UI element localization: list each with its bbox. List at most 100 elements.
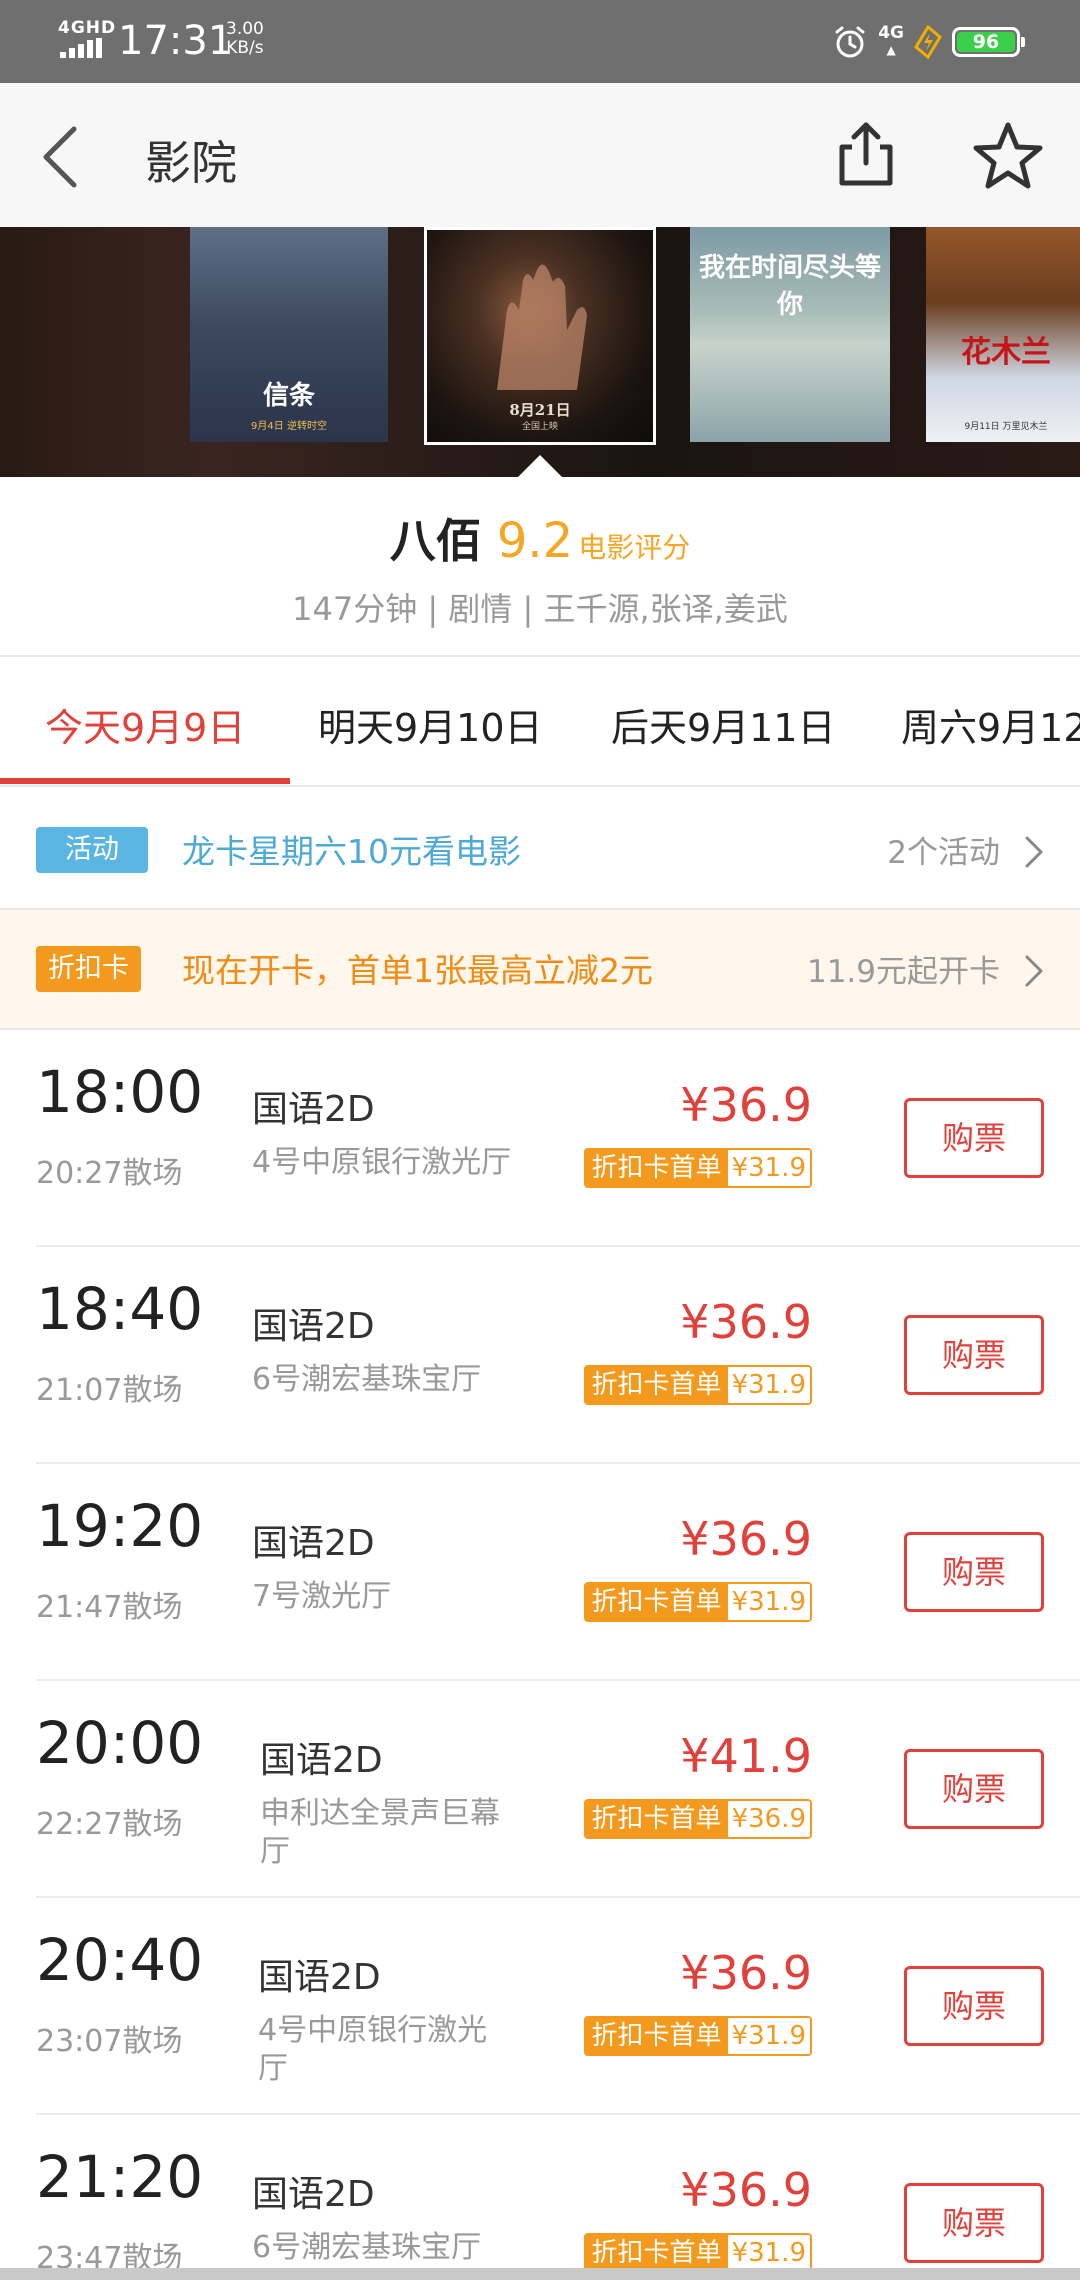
discount-card-price: 11.9元起开卡 (806, 954, 1000, 990)
network-speed: 3.00 KB/s (226, 20, 264, 58)
buy-ticket-button[interactable]: 购票 (904, 1098, 1044, 1178)
mobile-data-label: 4G (878, 23, 904, 43)
poster-title: 花木兰 (961, 335, 1051, 370)
date-tabs: 今天9月9日 明天9月10日 后天9月11日 周六9月12日 (0, 657, 1080, 785)
battery-icon: 96 (952, 27, 1025, 57)
end-time: 22:27散场 (36, 1807, 183, 1842)
hall-name: 6号潮宏基珠宝厅 (252, 2230, 482, 2265)
discount-badge: 折扣卡首单 ¥31.9 (583, 2233, 812, 2273)
poster-wait-for-you[interactable]: 我在时间尽头等你 (690, 227, 890, 442)
buy-ticket-button[interactable]: 购票 (904, 1532, 1044, 1612)
discount-badge: 折扣卡首单 ¥31.9 (583, 1148, 812, 1188)
discount-price: ¥31.9 (727, 1584, 810, 1620)
tab-saturday[interactable]: 周六9月12日 (901, 697, 1080, 752)
end-time: 23:07散场 (36, 2024, 183, 2059)
language-format: 国语2D (252, 1089, 375, 1130)
ticket-price: ¥36.9 (680, 1946, 812, 2000)
battery-level: 96 (957, 32, 1015, 52)
poster-tenet[interactable]: 信条 9月4日 逆转时空 (190, 227, 388, 442)
scroll-indicator (0, 2268, 1080, 2280)
share-button[interactable] (830, 119, 902, 191)
buy-ticket-button[interactable]: 购票 (904, 1749, 1044, 1829)
discount-badge: 折扣卡首单 ¥31.9 (583, 1365, 812, 1405)
movie-meta: 147分钟 | 剧情 | 王千源,张译,姜武 (292, 590, 788, 628)
showtime-row: 19:20 21:47散场 国语2D 7号激光厅 ¥36.9 折扣卡首单 ¥31… (0, 1464, 1080, 1681)
poster-subtitle: 9月4日 逆转时空 (251, 421, 327, 432)
start-time: 18:00 (36, 1058, 204, 1126)
language-format: 国语2D (260, 1740, 383, 1781)
speed-unit: KB/s (226, 38, 264, 58)
divider (0, 785, 1080, 787)
discount-label: 折扣卡首单 (585, 2235, 728, 2271)
share-icon (839, 122, 893, 186)
active-tab-indicator (0, 778, 290, 784)
clock: 17:31 (118, 18, 234, 64)
poster-selected-800[interactable]: 8月21日 全国上映 (424, 227, 656, 445)
tab-day-after[interactable]: 后天9月11日 (611, 697, 836, 752)
chevron-right-icon (1025, 955, 1043, 987)
discount-price: ¥36.9 (727, 1801, 810, 1837)
tab-tomorrow[interactable]: 明天9月10日 (318, 697, 543, 752)
activity-tag: 活动 (36, 827, 148, 873)
alarm-icon (835, 26, 865, 58)
movie-info: 八佰 9.2 电影评分 147分钟 | 剧情 | 王千源,张译,姜武 (0, 477, 1080, 657)
discount-label: 折扣卡首单 (585, 1367, 728, 1403)
poster-release-date: 8月21日 (509, 401, 571, 419)
buy-ticket-button[interactable]: 购票 (904, 1315, 1044, 1395)
movie-title-row: 八佰 9.2 电影评分 (0, 505, 1080, 571)
end-time: 20:27散场 (36, 1156, 183, 1191)
poster-mulan[interactable]: 花木兰 9月11日 万里见木兰 (926, 227, 1080, 442)
discount-badge: 折扣卡首单 ¥36.9 (583, 1799, 812, 1839)
status-bar: 4GHD 17:31 3.00 KB/s 4G ▲ 96 (0, 0, 1080, 83)
poster-hand-art (497, 264, 587, 390)
activity-promo-row[interactable]: 活动 龙卡星期六10元看电影 2个活动 (0, 791, 1080, 909)
showtime-row: 18:00 20:27散场 国语2D 4号中原银行激光厅 ¥36.9 折扣卡首单… (0, 1030, 1080, 1247)
activity-count: 2个活动 (887, 835, 1000, 871)
showtime-row: 21:20 23:47散场 国语2D 6号潮宏基珠宝厅 ¥36.9 折扣卡首单 … (0, 2115, 1080, 2280)
ticket-price: ¥36.9 (680, 1295, 812, 1349)
discount-badge: 折扣卡首单 ¥31.9 (583, 2016, 812, 2056)
language-format: 国语2D (252, 1306, 375, 1347)
start-time: 20:40 (36, 1926, 204, 1994)
movie-score: 9.2 (496, 513, 574, 569)
ticket-price: ¥36.9 (680, 2163, 812, 2217)
ticket-price: ¥36.9 (680, 1078, 812, 1132)
discount-label: 折扣卡首单 (585, 2018, 728, 2054)
language-format: 国语2D (252, 2174, 375, 2215)
poster-subtitle: 9月11日 万里见木兰 (964, 422, 1048, 432)
discount-price: ¥31.9 (727, 1150, 810, 1186)
star-icon (973, 122, 1043, 189)
back-button[interactable] (30, 119, 100, 195)
end-time: 21:07散场 (36, 1373, 183, 1408)
language-format: 国语2D (258, 1957, 381, 1998)
hall-name: 4号中原银行激光厅 (252, 1145, 512, 1180)
movie-score-label: 电影评分 (578, 531, 691, 564)
tab-today[interactable]: 今天9月9日 (45, 697, 245, 752)
discount-price: ¥31.9 (727, 1367, 810, 1403)
poster-title: 我在时间尽头等你 (698, 253, 881, 320)
discount-label: 折扣卡首单 (585, 1584, 728, 1620)
discount-price: ¥31.9 (727, 2018, 810, 2054)
hall-name: 6号潮宏基珠宝厅 (252, 1362, 482, 1397)
poster-title: 信条 (262, 381, 315, 411)
discount-card-promo-row[interactable]: 折扣卡 现在开卡，首单1张最高立减2元 11.9元起开卡 (0, 910, 1080, 1028)
mobile-data-indicator: 4G ▲ (878, 23, 904, 58)
signal-icon (60, 38, 104, 58)
poster-subtitle: 全国上映 (521, 422, 558, 432)
discount-price: ¥31.9 (727, 2235, 810, 2271)
showtime-row: 20:00 22:27散场 国语2D 申利达全景声巨幕厅 ¥41.9 折扣卡首单… (0, 1681, 1080, 1898)
discount-label: 折扣卡首单 (585, 1150, 728, 1186)
buy-ticket-button[interactable]: 购票 (904, 1966, 1044, 2046)
ticket-price: ¥36.9 (680, 1512, 812, 1566)
buy-ticket-button[interactable]: 购票 (904, 2183, 1044, 2263)
poster-carousel[interactable]: 信条 9月4日 逆转时空 8月21日 全国上映 我在时间尽头等你 花木兰 9月1… (0, 227, 1080, 477)
favorite-button[interactable] (970, 119, 1046, 191)
showtime-row: 20:40 23:07散场 国语2D 4号中原银行激光厅 ¥36.9 折扣卡首单… (0, 1898, 1080, 2115)
activity-text: 龙卡星期六10元看电影 (182, 832, 521, 871)
hall-name: 7号激光厅 (252, 1579, 392, 1614)
speed-value: 3.00 (226, 19, 264, 39)
start-time: 19:20 (36, 1492, 204, 1560)
movie-name: 八佰 (389, 514, 482, 568)
discount-card-tag: 折扣卡 (36, 946, 141, 992)
language-format: 国语2D (252, 1523, 375, 1564)
